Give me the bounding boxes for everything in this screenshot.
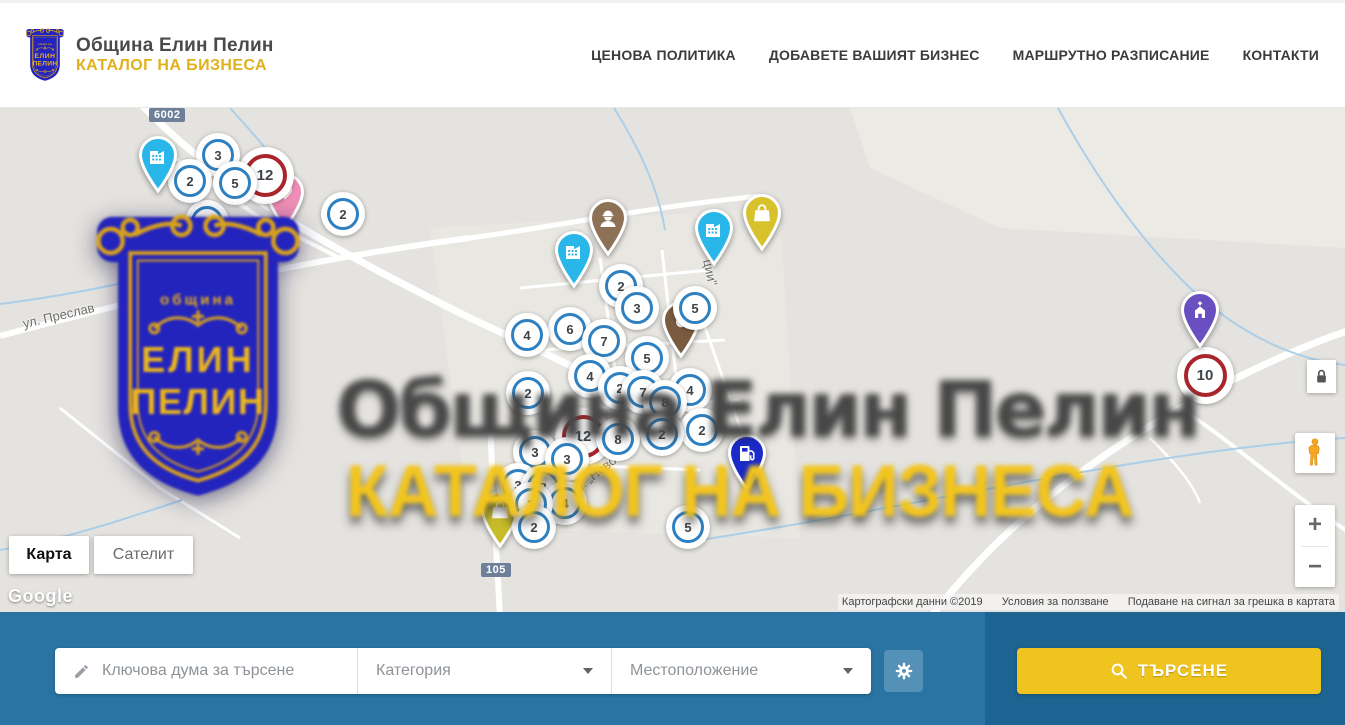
nav-pricing-policy[interactable]: ЦЕНОВА ПОЛИТИКА xyxy=(591,47,736,63)
nav-add-your-business[interactable]: ДОБАВЕТЕ ВАШИЯТ БИЗНЕС xyxy=(769,47,980,63)
chevron-down-icon xyxy=(583,668,593,674)
cluster-count: 2 xyxy=(646,418,678,450)
cluster-marker[interactable]: 2 xyxy=(185,200,229,244)
cluster-marker[interactable]: 5 xyxy=(666,505,710,549)
factory-pin-marker[interactable] xyxy=(691,205,737,272)
cluster-marker[interactable]: 2 xyxy=(680,408,724,452)
cluster-count: 5 xyxy=(672,511,704,543)
map-type-map-button[interactable]: Карта xyxy=(9,536,89,574)
municipality-logo-icon xyxy=(24,28,66,82)
search-submit-button[interactable]: ТЪРСЕНЕ xyxy=(1017,648,1321,694)
attribution-report-error-link[interactable]: Подаване на сигнал за грешка в картата xyxy=(1128,596,1335,608)
search-submit-label: ТЪРСЕНЕ xyxy=(1138,661,1228,681)
cluster-count: 4 xyxy=(549,487,581,519)
search-icon xyxy=(1110,662,1128,680)
map-type-satellite-button[interactable]: Сателит xyxy=(94,536,193,574)
cluster-marker[interactable]: 2 xyxy=(506,371,550,415)
brand[interactable]: Община Елин Пелин КАТАЛОГ НА БИЗНЕСА xyxy=(24,28,274,82)
search-bar: Категория Местоположение xyxy=(0,612,1345,725)
google-logo[interactable]: Google xyxy=(8,586,73,607)
search-input-group: Категория Местоположение xyxy=(55,648,871,694)
map-attribution: Картографски данни ©2019 Условия за полз… xyxy=(838,594,1339,610)
nav-route-schedule[interactable]: МАРШРУТНО РАЗПИСАНИЕ xyxy=(1013,47,1210,63)
street-name-label: ул. Преслав xyxy=(21,300,96,331)
keyword-section xyxy=(55,648,357,694)
cluster-count: 2 xyxy=(686,414,718,446)
category-dropdown[interactable]: Категория xyxy=(358,648,611,694)
gear-icon xyxy=(894,661,914,681)
attribution-copyright: Картографски данни ©2019 xyxy=(842,596,983,608)
attribution-terms-link[interactable]: Условия за ползване xyxy=(1002,596,1109,608)
lock-icon xyxy=(1315,369,1328,384)
zoom-in-button[interactable]: + xyxy=(1295,505,1335,546)
lock-button[interactable] xyxy=(1307,360,1336,393)
cluster-count: 10 xyxy=(1184,354,1227,397)
cluster-count: 5 xyxy=(679,292,711,324)
cluster-count: 8 xyxy=(602,423,634,455)
zoom-control: + − xyxy=(1295,505,1335,587)
cluster-count: 2 xyxy=(518,511,550,543)
chevron-down-icon xyxy=(843,668,853,674)
church-pin-marker[interactable] xyxy=(1177,287,1223,354)
factory-pin-marker[interactable] xyxy=(135,132,181,199)
category-dropdown-label: Категория xyxy=(376,662,451,680)
road-number-label: 105 xyxy=(481,563,511,577)
brand-title: Община Елин Пелин xyxy=(76,35,274,57)
factory-pin-marker[interactable] xyxy=(551,227,597,294)
cluster-marker[interactable]: 3 xyxy=(615,286,659,330)
watermark-crest xyxy=(85,213,311,501)
cluster-count: 5 xyxy=(631,342,663,374)
cluster-count: 2 xyxy=(191,206,223,238)
site-header: Община Елин Пелин КАТАЛОГ НА БИЗНЕСА ЦЕН… xyxy=(0,0,1345,108)
google-map[interactable]: 6002105ул. Преславбул. „Новоселции" 2123… xyxy=(0,108,1345,612)
cluster-marker[interactable]: 8 xyxy=(596,417,640,461)
nav-contacts[interactable]: КОНТАКТИ xyxy=(1243,47,1319,63)
bag-pin-marker[interactable] xyxy=(739,190,785,257)
cluster-count: 4 xyxy=(511,319,543,351)
cluster-marker[interactable]: 4 xyxy=(505,313,549,357)
main-nav: ЦЕНОВА ПОЛИТИКА ДОБАВЕТЕ ВАШИЯТ БИЗНЕС М… xyxy=(591,47,1319,63)
cluster-marker[interactable]: 2 xyxy=(321,192,365,236)
cluster-count: 2 xyxy=(327,198,359,230)
pegman-button[interactable] xyxy=(1295,433,1335,473)
cluster-count: 7 xyxy=(588,325,620,357)
cluster-marker[interactable]: 5 xyxy=(213,161,257,205)
cluster-count: 5 xyxy=(219,167,251,199)
pegman-icon xyxy=(1306,438,1324,468)
cluster-marker[interactable]: 2 xyxy=(640,412,684,456)
zoom-out-button[interactable]: − xyxy=(1295,547,1335,588)
location-dropdown[interactable]: Местоположение xyxy=(612,648,871,694)
cluster-count: 3 xyxy=(621,292,653,324)
cluster-marker[interactable]: 2 xyxy=(512,505,556,549)
road-number-label: 6002 xyxy=(149,108,185,122)
map-type-control: Карта Сателит xyxy=(9,536,193,574)
pencil-icon xyxy=(73,663,90,680)
fuel-pin-marker[interactable] xyxy=(724,430,770,497)
cluster-count: 2 xyxy=(512,377,544,409)
brand-subtitle: КАТАЛОГ НА БИЗНЕСА xyxy=(76,57,274,75)
advanced-search-button[interactable] xyxy=(884,650,923,692)
cluster-marker[interactable]: 5 xyxy=(673,286,717,330)
brand-text: Община Елин Пелин КАТАЛОГ НА БИЗНЕСА xyxy=(76,35,274,75)
keyword-search-input[interactable] xyxy=(100,661,357,681)
cluster-marker[interactable]: 10 xyxy=(1177,347,1234,404)
location-dropdown-label: Местоположение xyxy=(630,662,758,680)
